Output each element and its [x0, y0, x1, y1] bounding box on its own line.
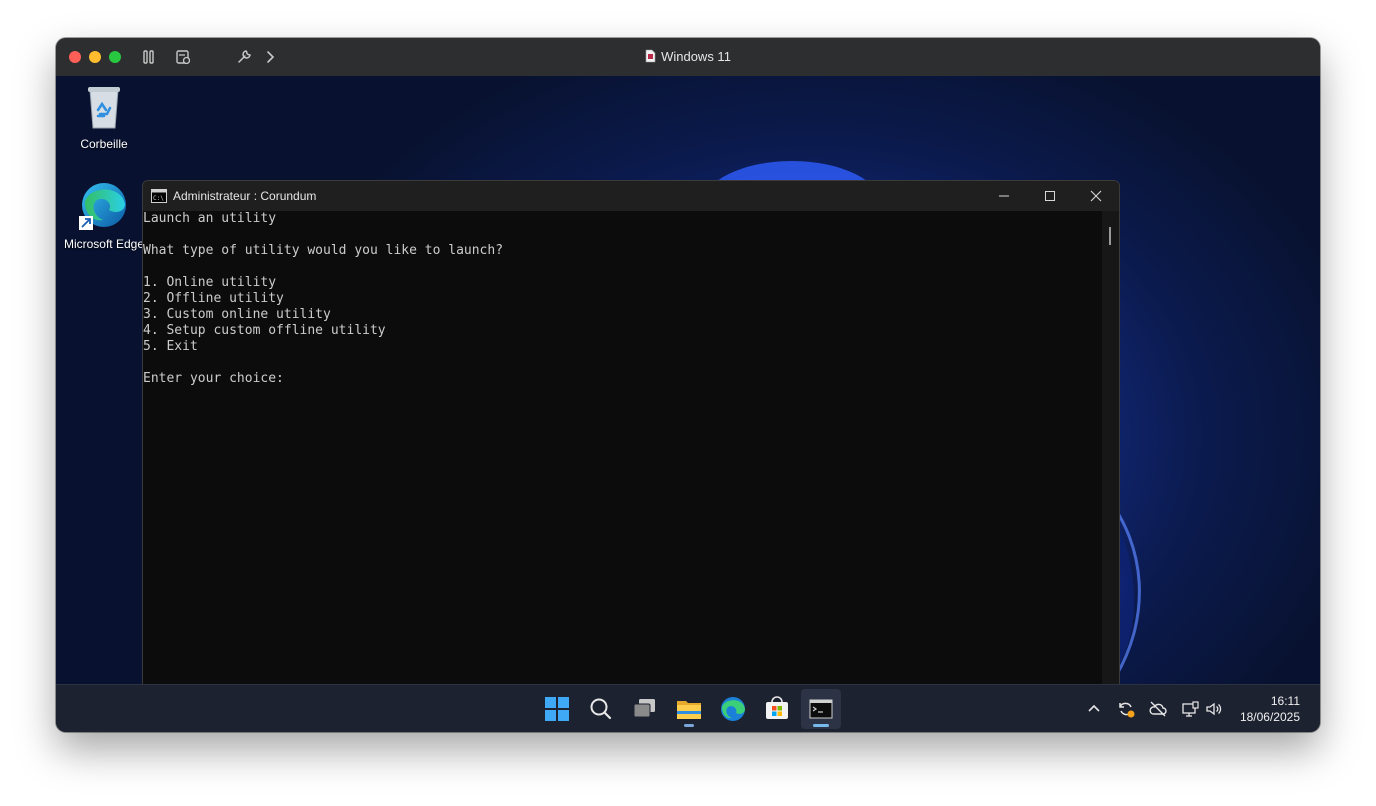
windows-start-icon: [545, 697, 569, 721]
volume-icon[interactable]: [1204, 699, 1224, 719]
console-line: Launch an utility: [143, 211, 277, 226]
close-button[interactable]: [1073, 181, 1119, 211]
cloud-off-icon[interactable]: [1148, 699, 1168, 719]
console-line: 2. Offline utility: [143, 291, 284, 306]
console-line: 1. Online utility: [143, 275, 277, 290]
scrollbar-thumb[interactable]: [1109, 227, 1111, 245]
taskbar-edge-button[interactable]: [713, 689, 753, 729]
store-icon: [766, 696, 788, 719]
search-icon: [590, 698, 612, 720]
clock-date: 18/06/2025: [1239, 710, 1300, 724]
cmd-titlebar[interactable]: C:\ Administrateur : Corundum: [143, 181, 1119, 211]
console-line: What type of utility would you like to l…: [143, 243, 504, 258]
folder-icon: [677, 701, 701, 719]
console-line: 3. Custom online utility: [143, 307, 331, 322]
network-icon[interactable]: [1180, 699, 1200, 719]
cmd-app-icon: C:\: [151, 189, 167, 208]
vm-title: Windows 11: [56, 49, 1320, 66]
vm-title-text: Windows 11: [661, 49, 731, 64]
maximize-button[interactable]: [1027, 181, 1073, 211]
console-line: 4. Setup custom offline utility: [143, 323, 386, 338]
taskbar-file-explorer-button[interactable]: [669, 689, 709, 729]
running-indicator: [684, 724, 694, 727]
edge-icon: [721, 697, 745, 721]
document-icon: [645, 49, 656, 66]
cmd-title: Administrateur : Corundum: [173, 189, 317, 203]
task-view-icon: [633, 699, 655, 718]
edge-icon: [79, 183, 126, 230]
minimize-button[interactable]: [981, 181, 1027, 211]
taskbar-store-button[interactable]: [757, 689, 797, 729]
console-line: Enter your choice:: [143, 371, 284, 386]
desktop-icon-label: Microsoft Edge: [63, 237, 145, 251]
taskbar-start-button[interactable]: [537, 689, 577, 729]
svg-text:C:\: C:\: [153, 195, 164, 202]
taskbar-terminal-button[interactable]: [801, 689, 841, 729]
desktop-icon-recycle-bin[interactable]: Corbeille: [56, 84, 152, 151]
taskbar-search-button[interactable]: [581, 689, 621, 729]
console-output[interactable]: Launch an utility What type of utility wo…: [143, 211, 1102, 684]
windows-desktop: Corbeille Microsoft Edge C:\ Administrat…: [56, 76, 1320, 684]
recycle-bin-icon: [88, 87, 120, 129]
taskbar: 16:11 18/06/2025: [56, 684, 1320, 732]
chevron-up-icon[interactable]: [1084, 699, 1104, 719]
vm-titlebar: Windows 11: [56, 38, 1320, 77]
desktop-icon-label: Corbeille: [80, 137, 128, 151]
running-indicator: [813, 724, 829, 727]
vm-window: Windows 11 Corbeille Microsoft Edge C:\ …: [56, 38, 1320, 732]
taskbar-task-view-button[interactable]: [625, 689, 665, 729]
cmd-window: C:\ Administrateur : Corundum Launch an …: [142, 180, 1120, 684]
sync-icon[interactable]: [1116, 699, 1136, 719]
clock-time: 16:11: [1270, 694, 1300, 708]
taskbar-clock[interactable]: 16:11 18/06/2025: [1240, 693, 1300, 725]
console-line: 5. Exit: [143, 339, 198, 354]
desktop-icon-edge[interactable]: Microsoft Edge: [56, 180, 152, 251]
terminal-icon: [809, 699, 833, 719]
console-scrollbar[interactable]: [1102, 211, 1119, 684]
